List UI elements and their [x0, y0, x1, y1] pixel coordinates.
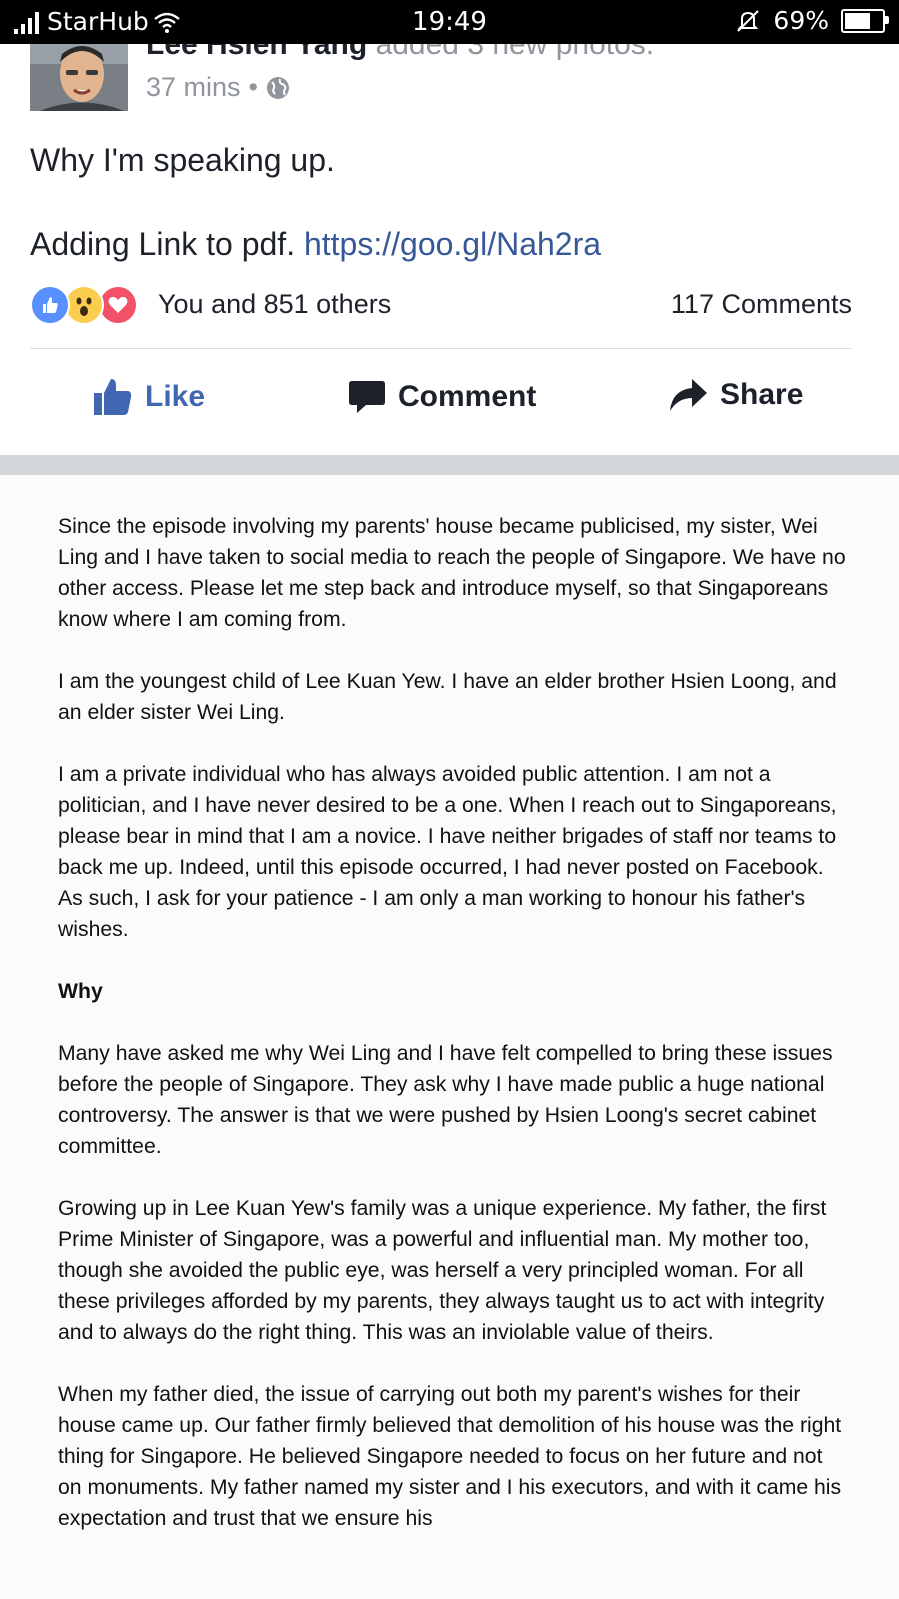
post-link-line: Adding Link to pdf. https://goo.gl/Nah2r…	[30, 226, 601, 263]
document-paragraph: Since the episode involving my parents' …	[58, 515, 846, 631]
like-reaction-icon	[30, 285, 70, 325]
document-paragraph: I am a private individual who has always…	[58, 763, 837, 941]
link-prefix: Adding Link to pdf.	[30, 226, 296, 262]
post-photo-document[interactable]: Since the episode involving my parents' …	[0, 475, 899, 1599]
thumbs-up-icon	[94, 379, 132, 415]
battery-icon	[841, 8, 889, 33]
comment-button[interactable]: Comment	[348, 378, 536, 416]
comments-count[interactable]: 117 Comments	[671, 289, 852, 320]
status-bar: StarHub 19:49 69%	[0, 0, 899, 44]
author-avatar[interactable]	[30, 44, 128, 111]
meta-separator: •	[248, 72, 258, 102]
document-paragraph: When my father died, the issue of carryi…	[58, 1383, 842, 1530]
reaction-summary[interactable]: You and 851 others	[158, 289, 391, 320]
battery-level	[845, 12, 870, 29]
post-actions: Like Comment Share	[0, 372, 899, 432]
comment-icon	[349, 381, 385, 413]
feed-separator	[0, 455, 899, 475]
comment-label: Comment	[398, 380, 537, 413]
document-text: Since the episode involving my parents' …	[58, 511, 848, 1565]
share-label: Share	[720, 378, 804, 411]
share-button[interactable]: Share	[668, 378, 803, 412]
battery-percent: 69%	[773, 6, 829, 35]
love-reaction-icon	[98, 285, 138, 325]
status-bar-right: 69%	[735, 6, 889, 35]
document-heading: Why	[58, 980, 103, 1003]
post-timestamp[interactable]: 37 mins	[146, 72, 241, 103]
wow-reaction-icon	[64, 285, 104, 325]
document-paragraph: Growing up in Lee Kuan Yew's family was …	[58, 1197, 827, 1344]
globe-icon	[267, 76, 289, 99]
like-label: Like	[145, 380, 206, 413]
document-paragraph: I am the youngest child of Lee Kuan Yew.…	[58, 670, 837, 724]
pdf-link[interactable]: https://goo.gl/Nah2ra	[304, 226, 601, 262]
document-paragraph: Many have asked me why Wei Ling and I ha…	[58, 1042, 833, 1158]
share-arrow-icon	[670, 379, 707, 411]
bell-muted-icon	[737, 9, 760, 32]
post-meta: 37 mins •	[146, 72, 290, 103]
like-button[interactable]: Like	[93, 378, 205, 416]
post-text: Why I'm speaking up.	[30, 142, 335, 178]
divider	[30, 348, 852, 349]
reaction-icons[interactable]	[30, 285, 138, 325]
